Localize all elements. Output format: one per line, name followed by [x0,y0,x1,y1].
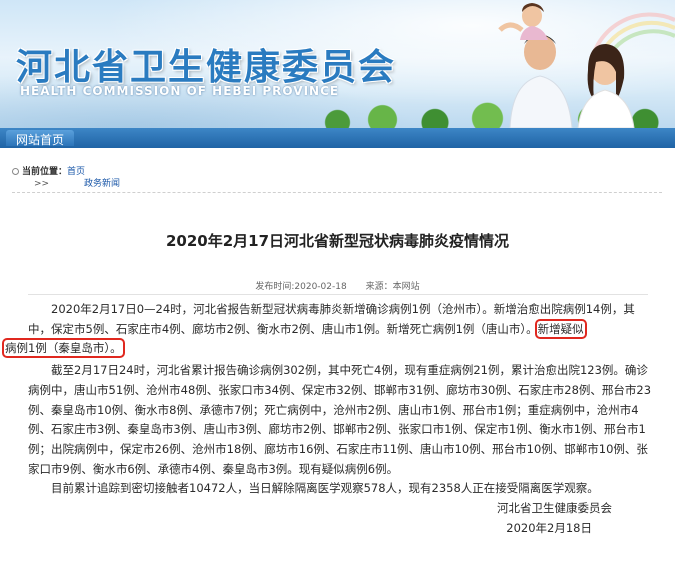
publish-date: 发布时间:2020-02-18 [255,282,347,292]
divider [28,294,648,295]
site-title: 河北省卫生健康委员会 [16,46,397,88]
highlighted-suspected-case: 新增疑似 [534,318,587,339]
family-illustration [498,3,675,128]
article-title: 2020年2月17日河北省新型冠状病毒肺炎疫情情况 [165,232,510,250]
article-source: 来源：本网站 [365,282,420,292]
nav-home-link[interactable]: 网站首页 [6,130,75,147]
breadcrumb-label: 当前位置： [22,167,68,177]
location-pin-icon [12,168,19,175]
breadcrumb-current-link[interactable]: 政务新闻 [84,179,120,189]
breadcrumb-home-link[interactable]: 首页 [67,167,85,177]
paragraph-3: 目前累计追踪到密切接触者10472人，当日解除隔离医学观察578人，现有2358… [51,481,599,496]
article-meta: 发布时间:2020-02-18 来源：本网站 [0,279,675,292]
nav-bar: 网站首页 [0,128,675,148]
signature: 河北省卫生健康委员会 [497,501,612,516]
divider [12,192,662,193]
signature-date: 2020年2月18日 [506,520,592,535]
article-body: 2020年2月17日0—24时，河北省报告新型冠状病毒肺炎新增确诊病例1例（沧州… [2,300,652,538]
paragraph-2: 截至2月17日24时，河北省累计报告确诊病例302例，其中死亡4例，现有重症病例… [28,363,652,476]
site-subtitle: HEALTH COMMISSION OF HEBEI PROVINCE [20,84,340,98]
paragraph-1: 2020年2月17日0—24时，河北省报告新型冠状病毒肺炎新增确诊病例1例（沧州… [2,300,652,359]
breadcrumb: 当前位置：首页 >> 政务新闻 [12,166,120,189]
highlighted-suspected-case-location: 病例1例（秦皇岛市）。 [2,338,125,359]
header-banner: 河北省卫生健康委员会 HEALTH COMMISSION OF HEBEI PR… [0,0,675,128]
breadcrumb-separator: >> [34,179,50,189]
